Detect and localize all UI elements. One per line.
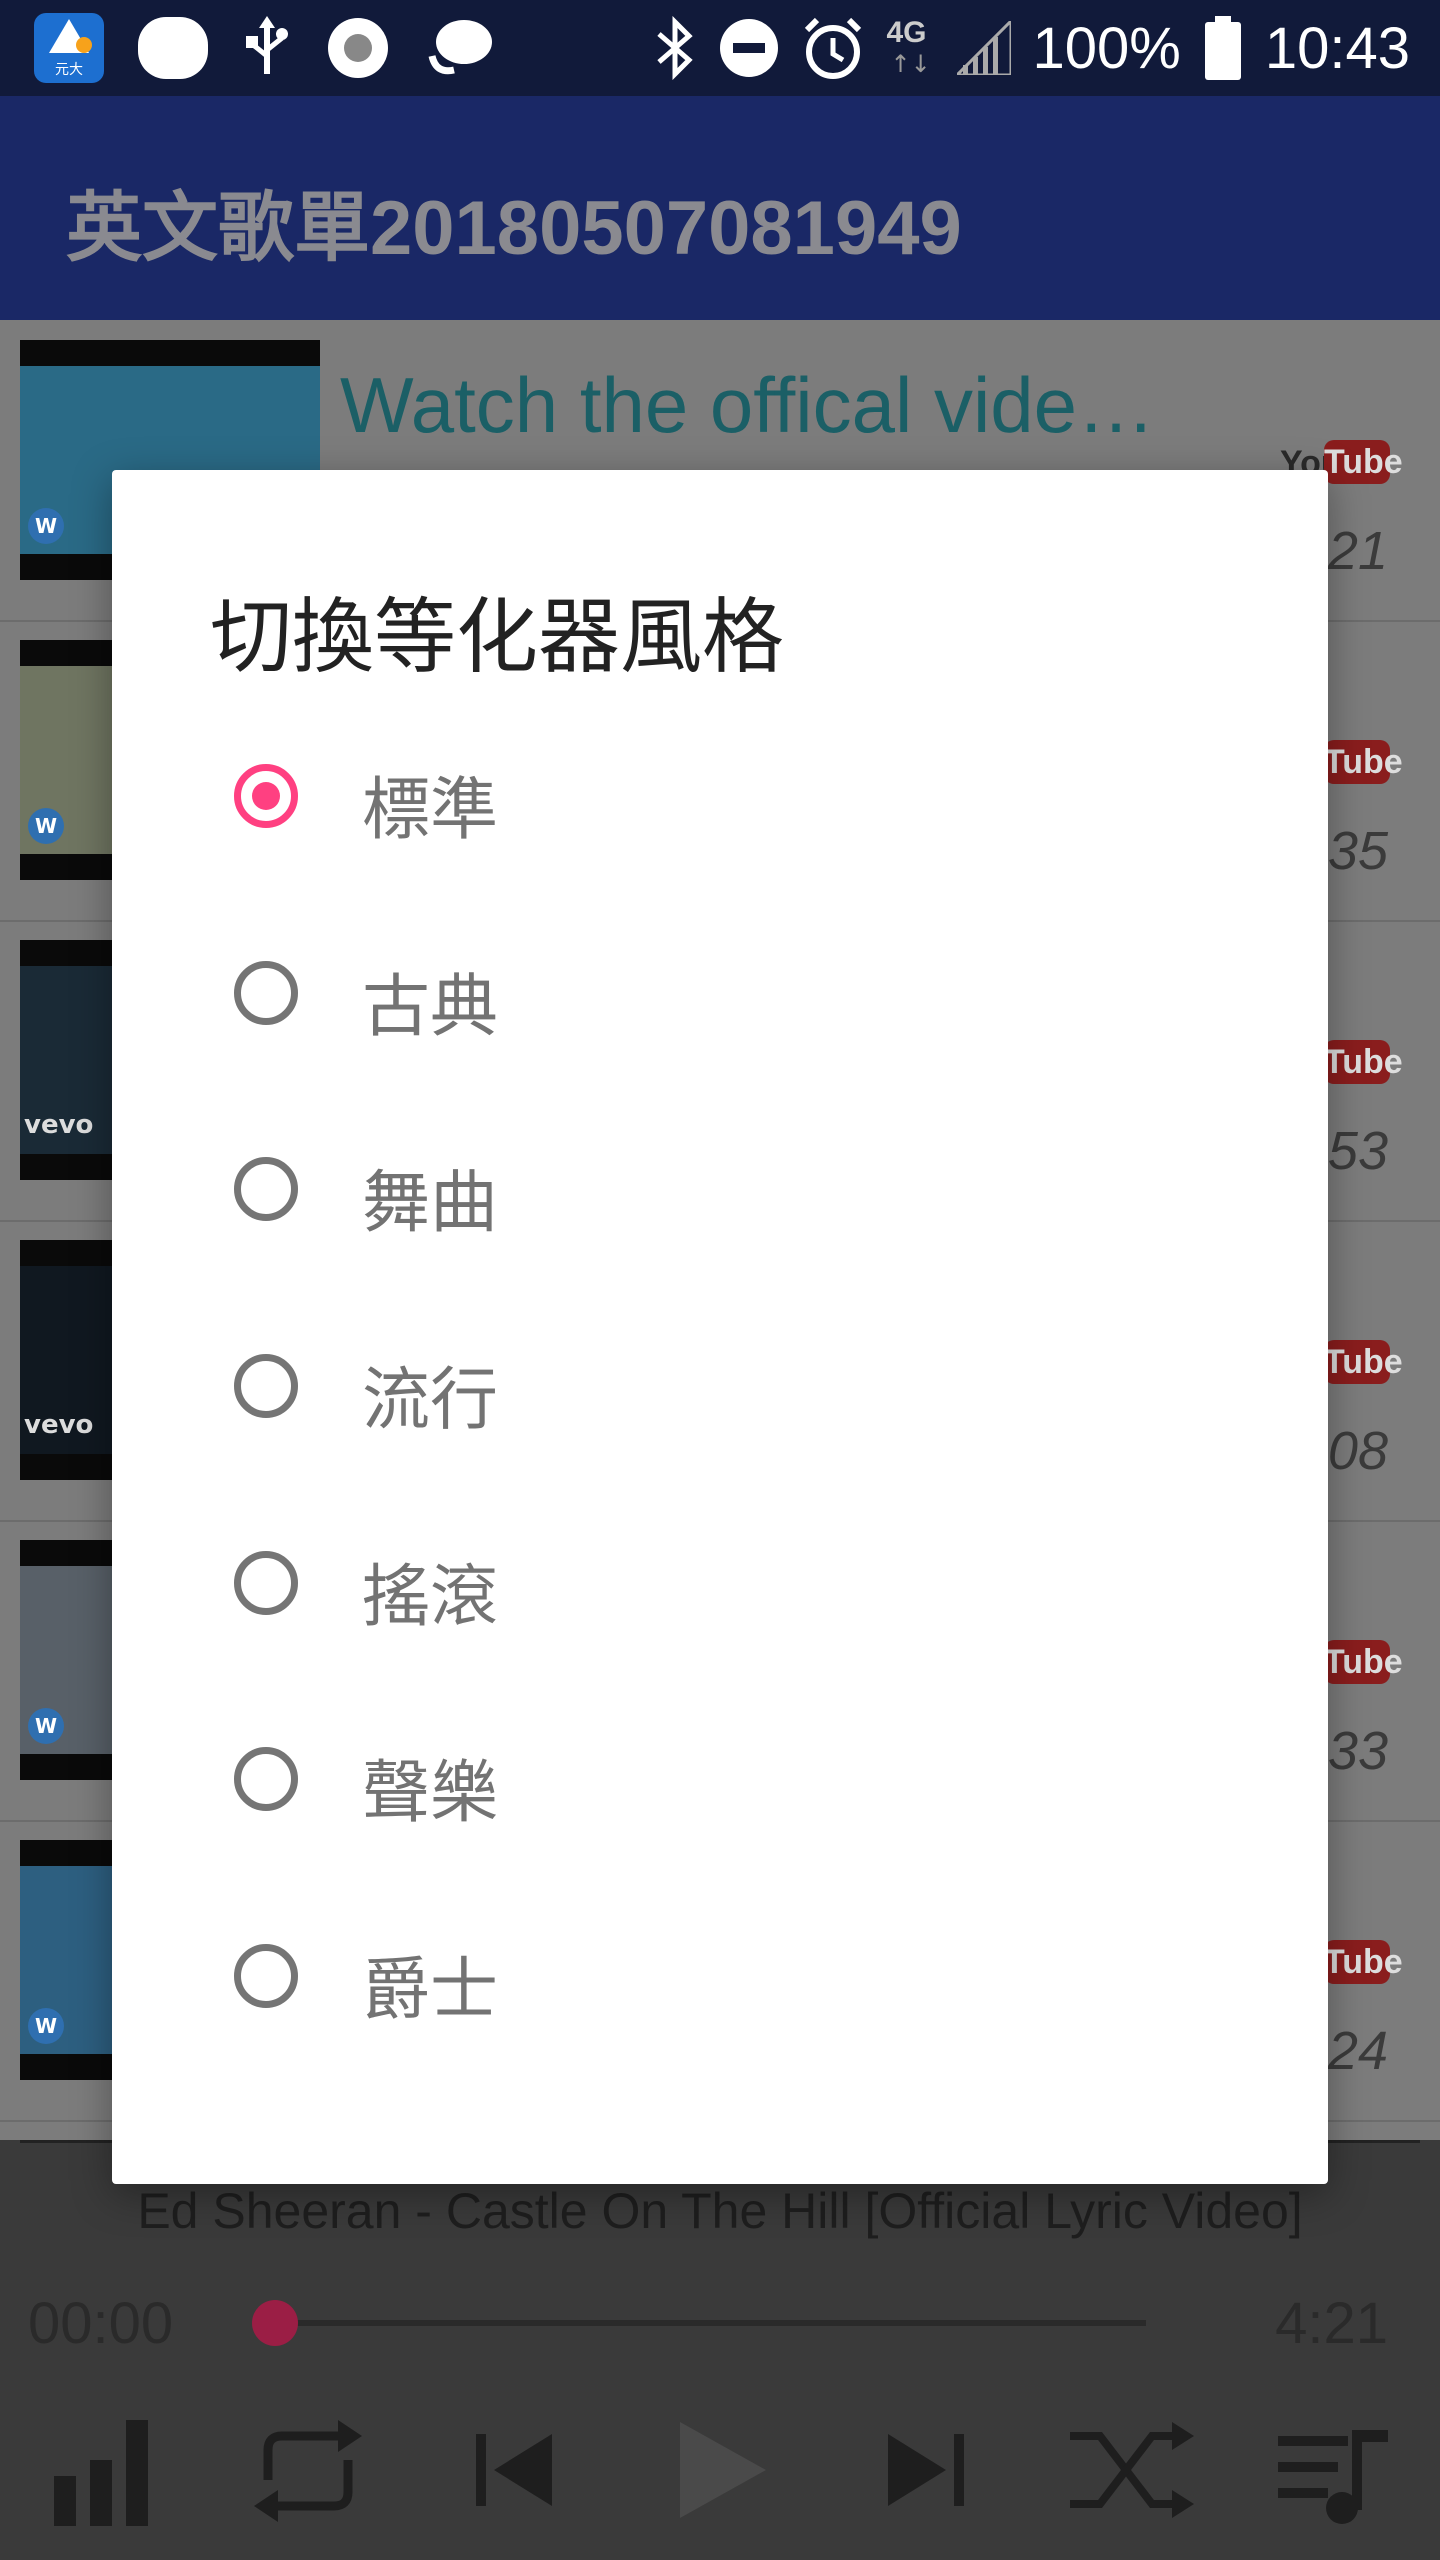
do-not-disturb-icon (719, 19, 778, 77)
warner-logo-icon: W (28, 808, 64, 844)
playlist-button[interactable] (1262, 2400, 1402, 2540)
battery-icon (1204, 16, 1241, 80)
equalizer-option[interactable]: 古典 (112, 903, 1328, 1095)
youtube-tube-text: Tube (1324, 440, 1403, 484)
youtube-tube-text: Tube (1324, 1040, 1403, 1084)
clock: 10:43 (1264, 15, 1410, 81)
app-bar: 英文歌單20180507081949 (0, 96, 1440, 320)
option-label: 舞曲 (362, 1164, 499, 1244)
network-type-label: 4G (886, 16, 927, 49)
equalizer-option[interactable]: 流行 (112, 1296, 1328, 1488)
playlist-icon (1278, 2430, 1388, 2524)
song-title: Watch the offical vide… (340, 361, 1156, 449)
warner-logo-icon: W (28, 508, 64, 544)
bluetooth-icon (656, 16, 693, 80)
radio-checked-icon[interactable] (234, 764, 298, 828)
app-badge-icon: 元大 (34, 13, 104, 83)
equalizer-option[interactable]: 搖滾 (112, 1493, 1328, 1685)
equalizer-option[interactable]: 標準 (112, 706, 1328, 898)
radio-unchecked-icon[interactable] (234, 1550, 298, 1615)
youtube-tube-text: Tube (1324, 1640, 1403, 1684)
status-bar-left: 元大 (34, 12, 494, 84)
option-label: 古典 (362, 967, 499, 1047)
radio-unchecked-icon[interactable] (234, 960, 298, 1025)
page-title: 英文歌單20180507081949 (66, 186, 962, 271)
play-button[interactable] (650, 2400, 790, 2540)
shuffle-icon (1070, 2422, 1194, 2518)
next-button[interactable] (858, 2400, 998, 2540)
repeat-button[interactable] (238, 2400, 378, 2540)
equalizer-style-dialog: 切換等化器風格 標準古典舞曲流行搖滾聲樂爵士 (112, 470, 1328, 2184)
now-playing-title: Ed Sheeran - Castle On The Hill [Officia… (137, 2183, 1303, 2239)
equalizer-option[interactable]: 爵士 (112, 1886, 1328, 2078)
dialog-title: 切換等化器風格 (210, 590, 785, 685)
seek-bar[interactable] (276, 2320, 1146, 2326)
play-icon (680, 2422, 766, 2518)
alarm-icon (804, 17, 861, 79)
seek-thumb[interactable] (252, 2300, 298, 2346)
youtube-tube-text: Tube (1324, 740, 1403, 784)
radio-unchecked-icon[interactable] (234, 1354, 298, 1418)
record-icon (328, 18, 388, 78)
total-time: 4:21 (1275, 2291, 1388, 2356)
vevo-logo: vevo (24, 1410, 94, 1440)
status-bar: 元大 4G ↑↓ 100% 10:43 (0, 0, 1440, 96)
current-time: 00:00 (28, 2291, 174, 2356)
status-bar-right: 4G ↑↓ 100% 10:43 (653, 0, 1410, 96)
next-icon (888, 2434, 964, 2506)
radio-unchecked-icon[interactable] (234, 1157, 298, 1222)
previous-button[interactable] (442, 2400, 582, 2540)
app-badge-label: 元大 (55, 62, 83, 78)
warner-logo-icon: W (28, 1708, 64, 1744)
equalizer-button[interactable] (34, 2400, 174, 2540)
battery-percent: 100% (1032, 15, 1181, 81)
option-label: 搖滾 (362, 1557, 499, 1637)
warner-logo-icon: W (28, 2008, 64, 2044)
option-label: 標準 (362, 771, 499, 850)
youtube-tube-text: Tube (1324, 1940, 1403, 1984)
option-label: 爵士 (362, 1951, 499, 2030)
chat-icon (428, 20, 492, 75)
option-label: 聲樂 (362, 1754, 499, 1834)
radio-unchecked-icon[interactable] (234, 1944, 298, 2008)
equalizer-option[interactable]: 舞曲 (112, 1099, 1328, 1291)
option-label: 流行 (362, 1361, 499, 1440)
equalizer-icon (54, 2420, 148, 2526)
youtube-tube-text: Tube (1324, 1340, 1403, 1384)
radio-unchecked-icon[interactable] (234, 1747, 298, 1812)
equalizer-option[interactable]: 聲樂 (112, 1689, 1328, 1881)
notification-pill-icon (138, 17, 208, 79)
usb-icon (246, 16, 288, 74)
signal-icon (956, 21, 1011, 75)
shuffle-button[interactable] (1060, 2400, 1200, 2540)
previous-icon (476, 2434, 552, 2506)
player-panel: Ed Sheeran - Castle On The Hill [Officia… (0, 2140, 1440, 2560)
network-icon: 4G ↑↓ (886, 16, 931, 78)
vevo-logo: vevo (24, 1110, 94, 1140)
repeat-icon (254, 2420, 362, 2522)
player-controls (0, 2400, 1440, 2540)
